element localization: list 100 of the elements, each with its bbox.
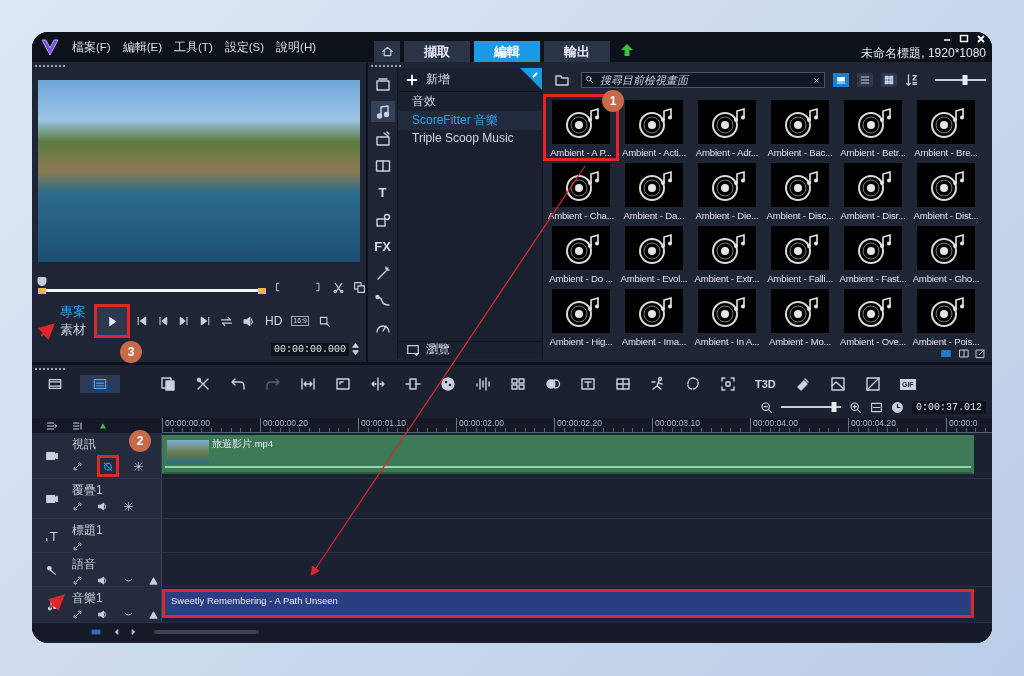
next-frame-icon[interactable] bbox=[178, 315, 190, 327]
resize-button[interactable] bbox=[405, 376, 421, 392]
menu-item[interactable]: 編輯(E) bbox=[122, 39, 163, 55]
trim-marker[interactable] bbox=[258, 288, 266, 294]
folder-icon[interactable] bbox=[553, 72, 571, 88]
spinner-icon[interactable] bbox=[351, 342, 360, 356]
clock-icon[interactable] bbox=[891, 400, 904, 414]
edit-icon[interactable] bbox=[975, 348, 986, 359]
link-icon[interactable] bbox=[72, 609, 83, 620]
folder-item[interactable]: 音效 bbox=[398, 92, 542, 111]
tools-button[interactable] bbox=[195, 376, 211, 392]
close-icon[interactable] bbox=[976, 34, 986, 44]
track-header[interactable]: 標題1 bbox=[32, 519, 162, 552]
timecode-field[interactable]: 00:00:00.000 bbox=[271, 342, 349, 356]
level-icon[interactable] bbox=[148, 609, 159, 620]
blend-button[interactable] bbox=[545, 376, 561, 392]
volume-icon[interactable] bbox=[242, 314, 256, 328]
plus-icon[interactable] bbox=[406, 73, 418, 86]
volume-icon[interactable] bbox=[97, 501, 109, 512]
focus-button[interactable] bbox=[720, 376, 736, 392]
fit-timeline-icon[interactable] bbox=[870, 400, 883, 414]
sort-icon[interactable] bbox=[904, 73, 919, 87]
volume-icon[interactable] bbox=[97, 575, 109, 586]
link-icon[interactable] bbox=[72, 575, 83, 586]
volume-icon[interactable] bbox=[97, 609, 109, 620]
scene-button[interactable] bbox=[829, 376, 846, 392]
title3d-button[interactable]: T3D bbox=[755, 376, 776, 392]
menu-item[interactable]: 檔案(F) bbox=[72, 39, 111, 55]
link-icon[interactable] bbox=[72, 460, 83, 472]
copy-icon[interactable] bbox=[353, 280, 366, 294]
palette-button[interactable] bbox=[440, 376, 456, 392]
time-ruler[interactable]: 00:00:00.00 00:00:00.20 00:00:01.10 00:00:02.00 00:00:02.20 00:00:03.10 00:00:04.00 00:00:04.20 00:00:0 bbox=[162, 418, 992, 433]
pin-icon[interactable] bbox=[520, 68, 542, 90]
video-clip[interactable]: 旅遊影片.mp4 bbox=[162, 435, 974, 474]
timeline-view-icon[interactable] bbox=[92, 377, 108, 391]
storyboard-toggle-icon[interactable] bbox=[939, 348, 953, 359]
panel-icon[interactable] bbox=[958, 348, 970, 359]
mosaic-icon[interactable] bbox=[123, 501, 134, 512]
home-tab[interactable] bbox=[374, 41, 400, 62]
search-icon[interactable] bbox=[585, 75, 595, 85]
scroll-right-icon[interactable] bbox=[129, 627, 138, 637]
zoom-in-icon[interactable] bbox=[849, 400, 862, 414]
browse-label[interactable]: 瀏覽 bbox=[426, 341, 450, 358]
split-button[interactable] bbox=[370, 376, 386, 392]
mode-option[interactable]: 專案 bbox=[60, 303, 86, 321]
track-manager-icon[interactable] bbox=[72, 419, 84, 432]
subtitle-button[interactable] bbox=[580, 376, 596, 392]
image-button[interactable] bbox=[864, 376, 881, 392]
link-icon[interactable] bbox=[72, 541, 83, 552]
clear-icon[interactable] bbox=[812, 76, 821, 85]
home-icon[interactable] bbox=[380, 45, 394, 58]
grid-button[interactable] bbox=[615, 376, 631, 392]
scissors-icon[interactable] bbox=[332, 280, 345, 294]
menu-item[interactable]: 說明(H) bbox=[276, 39, 317, 55]
upload-icon[interactable] bbox=[620, 43, 634, 57]
repeat-icon[interactable] bbox=[220, 314, 233, 328]
scrubber-handle[interactable] bbox=[37, 277, 47, 286]
trim-marker[interactable] bbox=[38, 288, 46, 294]
track-header[interactable]: 語音 bbox=[32, 553, 162, 586]
view-toggle[interactable] bbox=[80, 375, 120, 393]
frame-button[interactable] bbox=[335, 376, 351, 392]
track-list-icon[interactable] bbox=[46, 419, 58, 432]
film-strip-icon[interactable] bbox=[47, 377, 63, 391]
folder-item[interactable]: ScoreFitter 音樂 bbox=[398, 111, 542, 130]
tab[interactable]: 輸出 bbox=[544, 41, 610, 62]
search-field[interactable]: 搜尋目前檢視畫面 bbox=[581, 72, 825, 88]
play-button[interactable] bbox=[97, 307, 127, 335]
library-tab[interactable]: FX bbox=[370, 236, 395, 257]
maximize-icon[interactable] bbox=[959, 34, 969, 44]
track-header[interactable]: 覆疊1 bbox=[32, 479, 162, 518]
undo-button[interactable] bbox=[230, 376, 246, 392]
slider-thumb[interactable] bbox=[831, 402, 837, 412]
fit-button[interactable] bbox=[300, 376, 316, 392]
zoom-out-icon[interactable] bbox=[760, 400, 773, 414]
copy-button[interactable] bbox=[160, 376, 176, 392]
crop-icon[interactable] bbox=[317, 314, 331, 328]
thumbnail-size-slider[interactable] bbox=[934, 75, 986, 85]
link-icon[interactable] bbox=[72, 501, 83, 512]
track-header[interactable]: 音樂1 bbox=[32, 587, 162, 622]
mosaic-icon[interactable] bbox=[133, 460, 144, 472]
tab[interactable]: 擷取 bbox=[404, 41, 470, 62]
scroll-left-icon[interactable] bbox=[112, 627, 121, 637]
slider-thumb[interactable] bbox=[962, 75, 968, 85]
mode-option[interactable]: 素材 bbox=[60, 321, 86, 339]
project-duration[interactable]: 0:00:37.012 bbox=[912, 400, 986, 414]
hd-label[interactable]: HD bbox=[265, 314, 283, 328]
previous-frame-icon[interactable] bbox=[157, 315, 169, 327]
mask-button[interactable] bbox=[685, 376, 701, 392]
folder-item[interactable]: Triple Scoop Music bbox=[398, 130, 542, 146]
zoom-slider[interactable] bbox=[781, 402, 841, 412]
menu-item[interactable]: 設定(S) bbox=[224, 39, 265, 55]
library-tab[interactable]: T bbox=[370, 182, 395, 203]
ripple-icon[interactable] bbox=[102, 460, 114, 472]
multicam-button[interactable] bbox=[510, 376, 526, 392]
skip-to-start-icon[interactable] bbox=[136, 315, 148, 327]
skip-to-end-icon[interactable] bbox=[199, 315, 211, 327]
audio-clip[interactable]: Sweetly Remembering - A Path Unseen bbox=[162, 589, 974, 618]
browse-icon[interactable] bbox=[406, 342, 420, 357]
wave-button[interactable] bbox=[475, 376, 491, 392]
menu-item[interactable]: 工具(T) bbox=[174, 39, 213, 55]
